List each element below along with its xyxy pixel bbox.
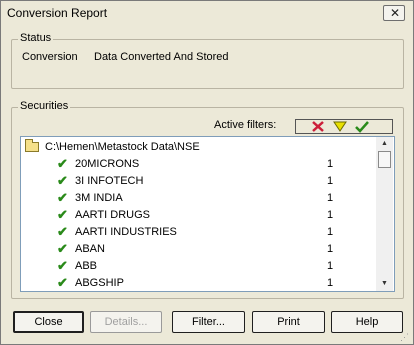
list-item[interactable]: ✔ AARTI DRUGS 1 [57,208,377,224]
status-value: Data Converted And Stored [94,51,229,63]
details-button[interactable]: Details... [90,311,162,333]
list-item[interactable]: ✔ 20MICRONS 1 [57,157,377,173]
security-name: ABGSHIP [75,277,124,289]
security-count: 1 [327,158,334,170]
checkmark-icon: ✔ [57,207,68,222]
security-count: 1 [327,209,334,221]
list-item[interactable]: ✔ ABAN 1 [57,242,377,258]
vertical-scrollbar[interactable]: ▲ ▼ [376,137,393,291]
active-filters-indicator [295,119,393,134]
scroll-thumb[interactable] [378,151,391,168]
security-name: AARTI DRUGS [75,209,150,221]
folder-icon [25,139,39,152]
security-name: AARTI INDUSTRIES [75,226,177,238]
window-close-button[interactable]: ✕ [383,5,405,21]
conversion-report-dialog: Conversion Report ✕ Status Conversion Da… [0,0,414,345]
checkmark-icon: ✔ [57,190,68,205]
help-button[interactable]: Help [331,311,403,333]
list-item[interactable]: ✔ 3M INDIA 1 [57,191,377,207]
status-group: Status Conversion Data Converted And Sto… [11,32,404,89]
folder-path: C:\Hemen\Metastock Data\NSE [45,141,200,153]
resize-grip-icon[interactable]: ⋰ [400,332,412,344]
print-button[interactable]: Print [252,311,325,333]
funnel-icon [333,121,347,132]
checkmark-icon: ✔ [57,156,68,171]
security-count: 1 [327,260,334,272]
securities-group-label: Securities [18,100,71,112]
list-item[interactable]: ✔ ABB 1 [57,259,377,275]
close-icon: ✕ [390,6,401,20]
security-count: 1 [327,243,334,255]
status-key: Conversion [22,51,78,63]
window-title: Conversion Report [7,6,108,20]
list-item[interactable]: ✔ AARTI INDUSTRIES 1 [57,225,377,241]
securities-group: Securities Active filters: C:\Hemen\Meta… [11,100,404,299]
security-count: 1 [327,277,334,289]
filter-button[interactable]: Filter... [172,311,245,333]
list-item[interactable]: ✔ ABGSHIP 1 [57,275,377,291]
security-name: ABAN [75,243,105,255]
scroll-up-button[interactable]: ▲ [376,137,393,151]
status-group-label: Status [18,32,54,44]
security-name: ABB [75,260,98,272]
close-button[interactable]: Close [13,311,84,333]
security-name: 20MICRONS [75,158,140,170]
title-bar[interactable]: Conversion Report ✕ [1,1,413,25]
list-item[interactable]: ✔ 3I INFOTECH 1 [57,174,377,190]
check-icon [355,121,369,133]
checkmark-icon: ✔ [57,258,68,273]
security-name: 3I INFOTECH [75,175,144,187]
securities-list[interactable]: C:\Hemen\Metastock Data\NSE ✔ 20MICRONS … [20,136,395,292]
checkmark-icon: ✔ [57,224,68,239]
security-count: 1 [327,175,334,187]
security-count: 1 [327,192,334,204]
security-count: 1 [327,226,334,238]
scroll-down-button[interactable]: ▼ [376,277,393,291]
checkmark-icon: ✔ [57,275,68,290]
x-icon [312,121,324,132]
checkmark-icon: ✔ [57,241,68,256]
security-name: 3M INDIA [75,192,123,204]
checkmark-icon: ✔ [57,173,68,188]
active-filters-label: Active filters: [214,119,277,131]
